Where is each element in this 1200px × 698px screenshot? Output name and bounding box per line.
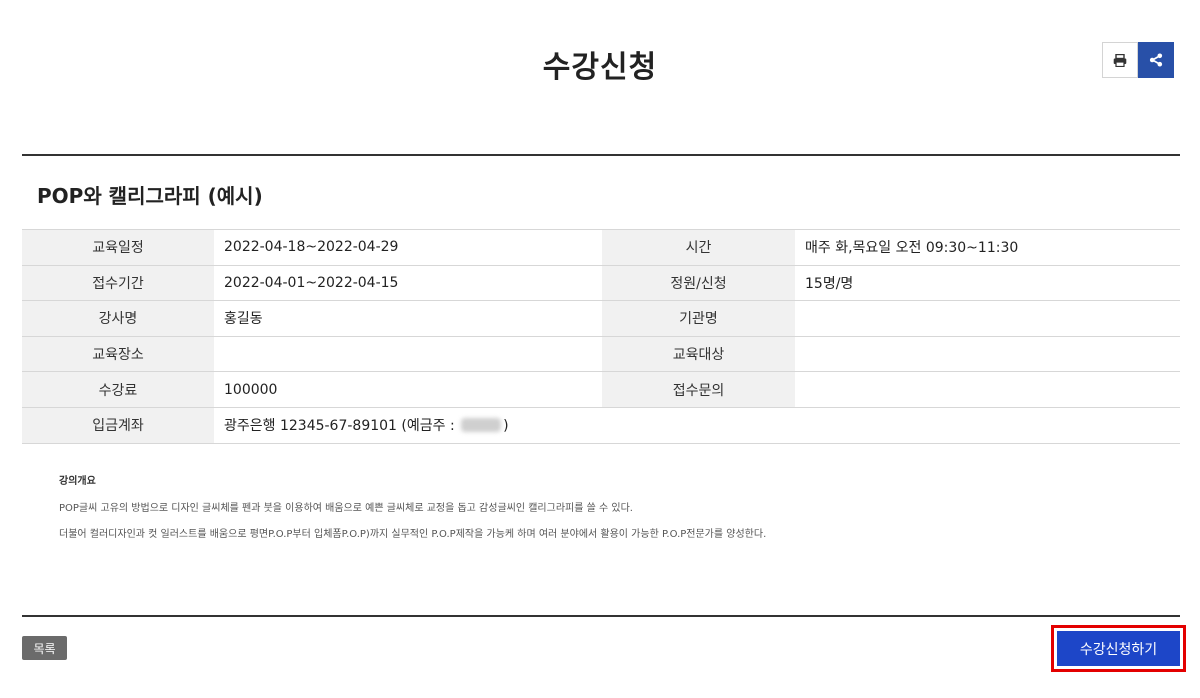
list-button[interactable]: 목록 [22, 636, 67, 660]
target-audience-value [795, 336, 1180, 373]
target-audience-label: 교육대상 [602, 336, 795, 373]
location-label: 교육장소 [22, 336, 214, 373]
registration-period-value: 2022-04-01~2022-04-15 [214, 265, 602, 302]
inquiry-label: 접수문의 [602, 371, 795, 408]
print-button[interactable] [1102, 42, 1138, 78]
inquiry-value [795, 371, 1180, 408]
top-divider [22, 154, 1180, 156]
table-row: 접수기간 2022-04-01~2022-04-15 정원/신청 15명/명 [22, 265, 1180, 302]
course-info-table: 교육일정 2022-04-18~2022-04-29 시간 매주 화,목요일 오… [22, 229, 1180, 444]
schedule-label: 교육일정 [22, 229, 214, 266]
share-button[interactable] [1138, 42, 1174, 78]
table-row: 교육장소 교육대상 [22, 336, 1180, 373]
institution-value [795, 300, 1180, 337]
account-bank-number: 광주은행 12345-67-89101 (예금주 : [224, 418, 460, 435]
capacity-value: 15명/명 [795, 265, 1180, 302]
institution-label: 기관명 [602, 300, 795, 337]
description-heading: 강의개요 [59, 476, 96, 487]
blurred-account-holder [461, 418, 502, 433]
account-value: 광주은행 12345-67-89101 (예금주 : ) [214, 407, 1180, 444]
table-row: 수강료 100000 접수문의 [22, 371, 1180, 408]
table-row: 강사명 홍길동 기관명 [22, 300, 1180, 337]
time-label: 시간 [602, 229, 795, 266]
table-row: 입금계좌 광주은행 12345-67-89101 (예금주 : ) [22, 407, 1180, 444]
tool-buttons [1102, 42, 1174, 78]
tuition-label: 수강료 [22, 371, 214, 408]
instructor-value: 홍길동 [214, 300, 602, 337]
time-value: 매주 화,목요일 오전 09:30~11:30 [795, 229, 1180, 266]
share-icon [1149, 53, 1163, 67]
course-description: 강의개요 POP글씨 고유의 방법으로 디자인 글씨체를 펜과 붓을 이용하여 … [59, 472, 766, 551]
capacity-label: 정원/신청 [602, 265, 795, 302]
bottom-divider [22, 615, 1180, 617]
registration-period-label: 접수기간 [22, 265, 214, 302]
account-label: 입금계좌 [22, 407, 214, 444]
apply-button[interactable]: 수강신청하기 [1057, 631, 1180, 666]
schedule-value: 2022-04-18~2022-04-29 [214, 229, 602, 266]
location-value [214, 336, 602, 373]
course-title: POP와 캘리그라피 (예시) [37, 184, 263, 208]
instructor-label: 강사명 [22, 300, 214, 337]
print-icon [1113, 53, 1127, 67]
description-line: 더불어 컬러디자인과 컷 일러스트를 배움으로 평면P.O.P부터 입체폼P.O… [59, 529, 767, 540]
page-title: 수강신청 [542, 50, 658, 85]
account-closing: ) [503, 418, 509, 435]
description-line: POP글씨 고유의 방법으로 디자인 글씨체를 펜과 붓을 이용하여 배움으로 … [59, 503, 633, 514]
tuition-value: 100000 [214, 371, 602, 408]
table-row: 교육일정 2022-04-18~2022-04-29 시간 매주 화,목요일 오… [22, 229, 1180, 266]
